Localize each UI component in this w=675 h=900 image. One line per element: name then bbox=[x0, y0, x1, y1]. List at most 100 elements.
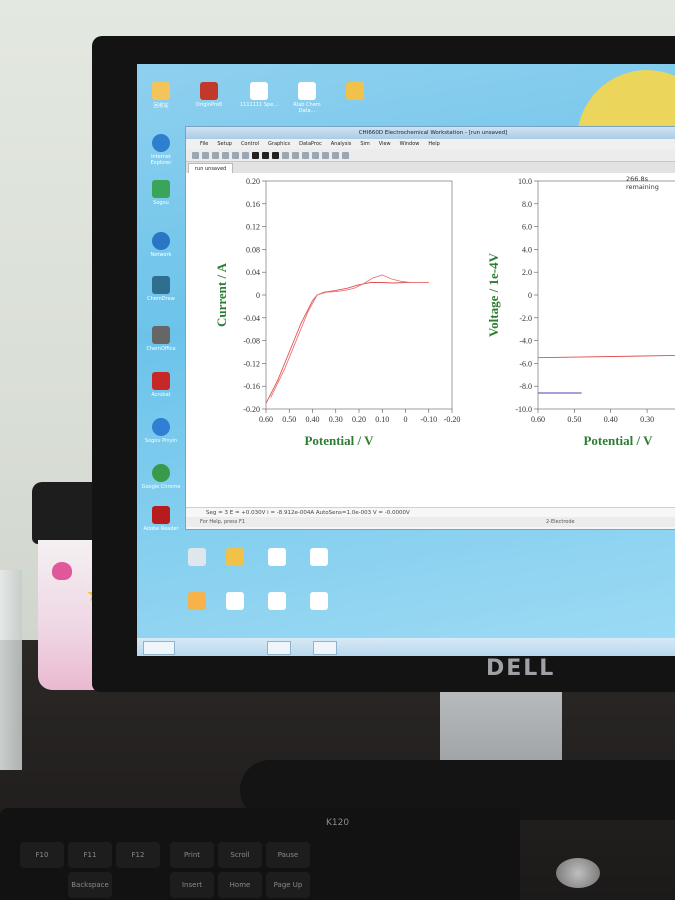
heart-decoration bbox=[52, 562, 72, 580]
menu-control[interactable]: Control bbox=[241, 141, 259, 147]
y-tick-label: -0.20 bbox=[243, 405, 260, 414]
x-tick-label: 0.60 bbox=[531, 415, 545, 424]
x-tick-label: 0.40 bbox=[306, 415, 320, 424]
key-scroll[interactable]: Scroll bbox=[218, 842, 262, 868]
desktop-icon-lower[interactable] bbox=[215, 548, 255, 568]
key-pause[interactable]: Pause bbox=[266, 842, 310, 868]
key-f12[interactable]: F12 bbox=[116, 842, 160, 868]
reverse-icon[interactable] bbox=[282, 151, 289, 159]
save-icon[interactable] bbox=[212, 151, 219, 159]
desktop-icon-doc1[interactable]: 1111111 Spe... bbox=[239, 82, 279, 108]
sogou-icon bbox=[152, 418, 170, 436]
new-icon[interactable] bbox=[192, 151, 199, 159]
desktop-icon-reader[interactable]: Adobe Reader bbox=[141, 506, 181, 532]
taskbar-app[interactable] bbox=[313, 641, 337, 655]
menu-bar: File Setup Control Graphics DataProc Ana… bbox=[186, 139, 675, 149]
menu-file[interactable]: File bbox=[200, 141, 208, 147]
zoom-icon[interactable] bbox=[302, 151, 309, 159]
key-pageup[interactable]: Page Up bbox=[266, 872, 310, 898]
desktop-icon-chrome[interactable]: Google Chrome bbox=[141, 464, 181, 490]
x-axis-label: Potential / V bbox=[304, 433, 374, 448]
desktop-icon-chemoffice[interactable]: ChemOffice bbox=[141, 326, 181, 352]
y-tick-label: 0.16 bbox=[246, 200, 260, 209]
desktop-icon-chemdraw[interactable]: ChemDraw bbox=[141, 276, 181, 302]
run-icon[interactable] bbox=[252, 151, 259, 159]
desktop-icon-lower[interactable] bbox=[177, 592, 217, 612]
desktop-icon-network[interactable]: Network bbox=[141, 232, 181, 258]
key-printscreen[interactable]: Print bbox=[170, 842, 214, 868]
recycle-bin-icon bbox=[152, 82, 170, 100]
desktop-icon-sogou[interactable]: Sogou bbox=[141, 180, 181, 206]
desktop-icon-label: Google Chrome bbox=[141, 484, 181, 490]
desktop-icon-lower[interactable] bbox=[215, 592, 255, 612]
help-icon[interactable] bbox=[342, 151, 349, 159]
open-icon[interactable] bbox=[202, 151, 209, 159]
key-home[interactable]: Home bbox=[218, 872, 262, 898]
smooth-icon[interactable] bbox=[322, 151, 329, 159]
print-icon[interactable] bbox=[222, 151, 229, 159]
desktop-icon-lower[interactable] bbox=[177, 548, 217, 568]
y-tick-label: -10.0 bbox=[515, 405, 532, 414]
desktop-icon-lower[interactable] bbox=[257, 592, 297, 612]
desktop-icon-ie[interactable]: Internet Explorer bbox=[141, 134, 181, 166]
network-icon bbox=[152, 232, 170, 250]
plot-frame bbox=[537, 180, 675, 410]
menu-window[interactable]: Window bbox=[400, 141, 420, 147]
document-icon bbox=[310, 548, 328, 566]
desktop-icon-label: Acrobat bbox=[151, 392, 171, 398]
desktop-icon-lower[interactable] bbox=[299, 548, 339, 568]
folder-icon bbox=[226, 548, 244, 566]
y-tick-label: 0.20 bbox=[246, 177, 260, 186]
y-axis-label: Voltage / 1e-4V bbox=[486, 252, 501, 337]
technique-icon[interactable] bbox=[232, 151, 239, 159]
pdf-icon bbox=[152, 372, 170, 390]
key-f10[interactable]: F10 bbox=[20, 842, 64, 868]
start-button[interactable] bbox=[143, 641, 175, 655]
desktop-icon-doc2[interactable]: Rlab Chem Data... bbox=[287, 82, 327, 114]
key-insert[interactable]: Insert bbox=[170, 872, 214, 898]
toolbar bbox=[186, 149, 675, 162]
x-tick-label: -0.10 bbox=[420, 415, 437, 424]
chi-workstation-window: CHI660D Electrochemical Workstation - [r… bbox=[185, 126, 675, 530]
pause-icon[interactable] bbox=[262, 151, 269, 159]
parameters-icon[interactable] bbox=[242, 151, 249, 159]
y-tick-label: -0.08 bbox=[243, 337, 260, 346]
desktop-icon-origin[interactable]: OriginPro8 bbox=[189, 82, 229, 108]
x-tick-label: -0.20 bbox=[444, 415, 461, 424]
window-title: CHI660D Electrochemical Workstation - [r… bbox=[186, 127, 675, 139]
stop-icon[interactable] bbox=[272, 151, 279, 159]
document-icon bbox=[268, 592, 286, 610]
menu-analysis[interactable]: Analysis bbox=[331, 141, 352, 147]
x-tick-label: 0.50 bbox=[282, 415, 296, 424]
desktop-icon-label: 回收站 bbox=[153, 103, 169, 109]
desktop-icon-folder[interactable] bbox=[335, 82, 375, 102]
document-icon bbox=[298, 82, 316, 100]
menu-setup[interactable]: Setup bbox=[217, 141, 232, 147]
dell-logo: DELL bbox=[486, 656, 556, 681]
desktop-icon-label: Network bbox=[150, 252, 172, 258]
taskbar-app[interactable] bbox=[267, 641, 291, 655]
graph-icon[interactable] bbox=[292, 151, 299, 159]
menu-graphics[interactable]: Graphics bbox=[268, 141, 290, 147]
desktop-icon-acrobat[interactable]: Acrobat bbox=[141, 372, 181, 398]
desktop-icon-recycle[interactable]: 回收站 bbox=[141, 82, 181, 109]
derivative-icon[interactable] bbox=[332, 151, 339, 159]
key-backspace[interactable]: Backspace bbox=[68, 872, 112, 898]
folder-icon bbox=[346, 82, 364, 100]
desktop-icon-sogoupinyin[interactable]: Sogou Pinyin bbox=[141, 418, 181, 444]
desktop-icon-label: Rlab Chem Data... bbox=[293, 102, 321, 114]
mouse[interactable] bbox=[556, 858, 600, 888]
keyboard-model-label: K120 bbox=[326, 818, 350, 828]
menu-sim[interactable]: Sim bbox=[360, 141, 369, 147]
x-tick-label: 0.40 bbox=[604, 415, 618, 424]
menu-help[interactable]: Help bbox=[428, 141, 439, 147]
overlay-icon[interactable] bbox=[312, 151, 319, 159]
menu-dataproc[interactable]: DataProc bbox=[299, 141, 322, 147]
y-tick-label: 0.04 bbox=[246, 268, 260, 277]
desktop-icon-lower[interactable] bbox=[257, 548, 297, 568]
desktop-icon-lower[interactable] bbox=[299, 592, 339, 612]
taskbar bbox=[137, 638, 675, 656]
menu-view[interactable]: View bbox=[379, 141, 391, 147]
key-f11[interactable]: F11 bbox=[68, 842, 112, 868]
plot-area: 266.8s remaining 0.20 0.16 0.12 0.08 0.04 0 -0… bbox=[186, 173, 675, 507]
